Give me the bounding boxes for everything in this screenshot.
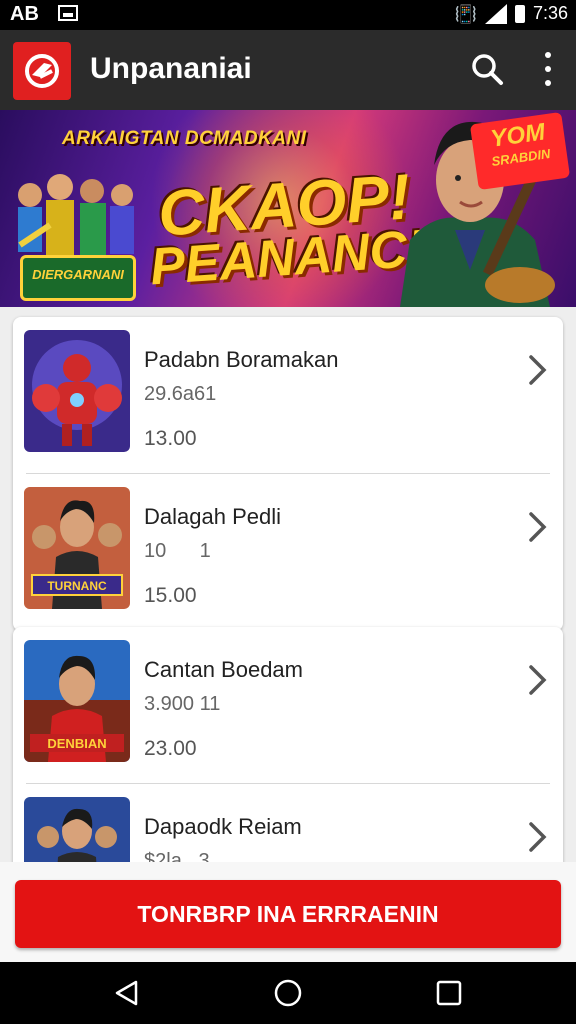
item-title: Dapaodk Reiam xyxy=(144,814,302,839)
signal-icon xyxy=(484,3,507,24)
app-bar: Unpananiai xyxy=(0,30,576,110)
image-notification-icon xyxy=(58,5,78,21)
banner-game-logo: DIERGARNANI xyxy=(20,255,136,301)
promo-banner[interactable]: ARKAIGTAN DCMADKANI CKAOP! PEANANC! YOM … xyxy=(0,110,576,307)
robot-hero-icon xyxy=(24,330,130,452)
product-card: Padabn Boramakan 29.6a61 13.00 TURNANC D… xyxy=(13,317,563,631)
hero-group-icon: TURNANC xyxy=(24,487,130,609)
status-bar: AB 📳 7:36 xyxy=(0,0,576,30)
item-subtitle: 29.6a61 xyxy=(144,383,217,405)
item-price: 15.00 xyxy=(144,584,197,607)
home-icon[interactable] xyxy=(273,978,303,1008)
list-item[interactable]: Dapaodk Reiam $2la 3 xyxy=(13,784,563,862)
list-item[interactable]: Padabn Boramakan 29.6a61 13.00 xyxy=(13,317,563,473)
hero-portrait-icon: DENBIAN xyxy=(24,640,130,762)
chevron-right-icon xyxy=(529,665,547,695)
more-options-button[interactable] xyxy=(536,52,560,86)
item-price: 23.00 xyxy=(144,737,197,760)
app-title: Unpananiai xyxy=(90,52,252,85)
more-vert-icon xyxy=(545,52,551,58)
status-left-text: AB xyxy=(10,3,39,25)
search-button[interactable] xyxy=(470,52,504,86)
vibrate-icon: 📳 xyxy=(454,3,477,24)
banner-tagline: ARKAIGTAN DCMADKANI xyxy=(62,128,307,149)
hero-group-illustration xyxy=(18,174,134,255)
item-subtitle: $2la 3 xyxy=(144,850,210,862)
item-subtitle: 3.900 11 xyxy=(144,693,221,715)
item-subtitle: 10 1 xyxy=(144,540,211,562)
status-icons: 📳 7:36 xyxy=(455,3,568,24)
product-list[interactable]: Padabn Boramakan 29.6a61 13.00 TURNANC D… xyxy=(0,307,576,862)
item-title: Dalagah Pedli xyxy=(144,504,281,529)
list-item[interactable]: DENBIAN Cantan Boedam 3.900 11 23.00 xyxy=(13,627,563,783)
item-price: 13.00 xyxy=(144,427,197,450)
app-logo-icon xyxy=(13,42,71,100)
banner-badge: YOM SRABDIN xyxy=(469,111,571,191)
bottom-action-area: TONRBRP INA ERRRAENIN xyxy=(0,862,576,962)
chevron-right-icon xyxy=(529,822,547,852)
recent-apps-icon[interactable] xyxy=(434,978,464,1008)
search-icon xyxy=(472,54,503,85)
thumb-caption: DENBIAN xyxy=(47,736,106,751)
status-time: 7:36 xyxy=(532,3,568,23)
list-item[interactable]: TURNANC Dalagah Pedli 10 1 15.00 xyxy=(13,474,563,630)
item-title: Cantan Boedam xyxy=(144,657,303,682)
chevron-right-icon xyxy=(529,512,547,542)
system-nav-bar xyxy=(0,962,576,1024)
back-icon[interactable] xyxy=(112,978,142,1008)
primary-action-button[interactable]: TONRBRP INA ERRRAENIN xyxy=(15,880,561,948)
thumb-caption: TURNANC xyxy=(47,579,107,593)
hero-squad-icon xyxy=(24,797,130,862)
product-card: DENBIAN Cantan Boedam 3.900 11 23.00 Dap… xyxy=(13,627,563,862)
battery-icon xyxy=(514,4,525,23)
item-title: Padabn Boramakan xyxy=(144,347,339,372)
chevron-right-icon xyxy=(529,355,547,385)
